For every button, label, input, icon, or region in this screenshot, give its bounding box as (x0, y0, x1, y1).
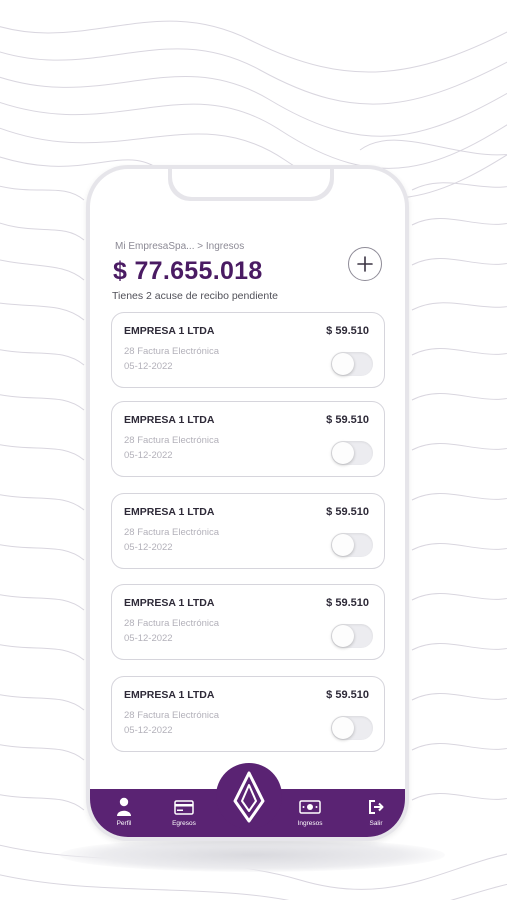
user-icon (117, 797, 131, 816)
toggle-knob (332, 353, 354, 375)
invoice-date: 05-12-2022 (124, 725, 173, 736)
acknowledge-toggle[interactable] (331, 624, 373, 648)
toggle-knob (332, 717, 354, 739)
invoice-amount: $ 59.510 (326, 689, 369, 701)
pending-notice: Tienes 2 acuse de recibo pendiente (112, 290, 278, 302)
toggle-knob (332, 625, 354, 647)
invoice-date: 05-12-2022 (124, 361, 173, 372)
invoice-document: 28 Factura Electrónica (124, 618, 220, 629)
toggle-knob (332, 534, 354, 556)
nav-label: Ingresos (297, 820, 323, 827)
nav-label: Egresos (172, 820, 196, 827)
nav-label: Salir (369, 820, 383, 827)
invoice-amount: $ 59.510 (326, 325, 369, 337)
invoice-company: EMPRESA 1 LTDA (124, 325, 215, 337)
plus-icon (357, 256, 373, 272)
invoice-document: 28 Factura Electrónica (124, 346, 220, 357)
phone-notch-inner (172, 169, 330, 197)
cash-icon (299, 800, 321, 814)
breadcrumb[interactable]: Mi EmpresaSpa... > Ingresos (115, 241, 244, 252)
invoice-document: 28 Factura Electrónica (124, 710, 220, 721)
acknowledge-toggle[interactable] (331, 716, 373, 740)
invoice-amount: $ 59.510 (326, 597, 369, 609)
invoice-date: 05-12-2022 (124, 633, 173, 644)
invoice-card[interactable]: EMPRESA 1 LTDA $ 59.510 28 Factura Elect… (111, 676, 385, 752)
logout-icon (369, 800, 384, 814)
invoice-company: EMPRESA 1 LTDA (124, 689, 215, 701)
acknowledge-toggle[interactable] (331, 533, 373, 557)
nav-label: Perfil (116, 820, 132, 827)
invoice-amount: $ 59.510 (326, 414, 369, 426)
nav-salir[interactable]: Salir (356, 789, 396, 837)
invoice-date: 05-12-2022 (124, 450, 173, 461)
invoice-card[interactable]: EMPRESA 1 LTDA $ 59.510 28 Factura Elect… (111, 312, 385, 388)
invoice-document: 28 Factura Electrónica (124, 527, 220, 538)
invoice-card[interactable]: EMPRESA 1 LTDA $ 59.510 28 Factura Elect… (111, 584, 385, 660)
nav-perfil[interactable]: Perfil (104, 789, 144, 837)
invoice-document: 28 Factura Electrónica (124, 435, 220, 446)
invoice-card[interactable]: EMPRESA 1 LTDA $ 59.510 28 Factura Elect… (111, 401, 385, 477)
invoice-date: 05-12-2022 (124, 542, 173, 553)
balance-amount: $ 77.655.018 (113, 257, 263, 285)
invoice-company: EMPRESA 1 LTDA (124, 414, 215, 426)
app-screen: Mi EmpresaSpa... > Ingresos $ 77.655.018… (90, 169, 405, 837)
invoice-company: EMPRESA 1 LTDA (124, 597, 215, 609)
add-button[interactable] (348, 247, 382, 281)
invoice-card[interactable]: EMPRESA 1 LTDA $ 59.510 28 Factura Elect… (111, 493, 385, 569)
acknowledge-toggle[interactable] (331, 352, 373, 376)
home-logo-button[interactable] (216, 763, 282, 829)
toggle-knob (332, 442, 354, 464)
invoice-company: EMPRESA 1 LTDA (124, 506, 215, 518)
logo-icon (233, 771, 265, 823)
card-icon (174, 800, 194, 815)
nav-egresos[interactable]: Egresos (164, 789, 204, 837)
nav-ingresos[interactable]: Ingresos (290, 789, 330, 837)
acknowledge-toggle[interactable] (331, 441, 373, 465)
phone-shadow (60, 838, 445, 872)
phone-frame: Mi EmpresaSpa... > Ingresos $ 77.655.018… (86, 165, 409, 841)
invoice-amount: $ 59.510 (326, 506, 369, 518)
